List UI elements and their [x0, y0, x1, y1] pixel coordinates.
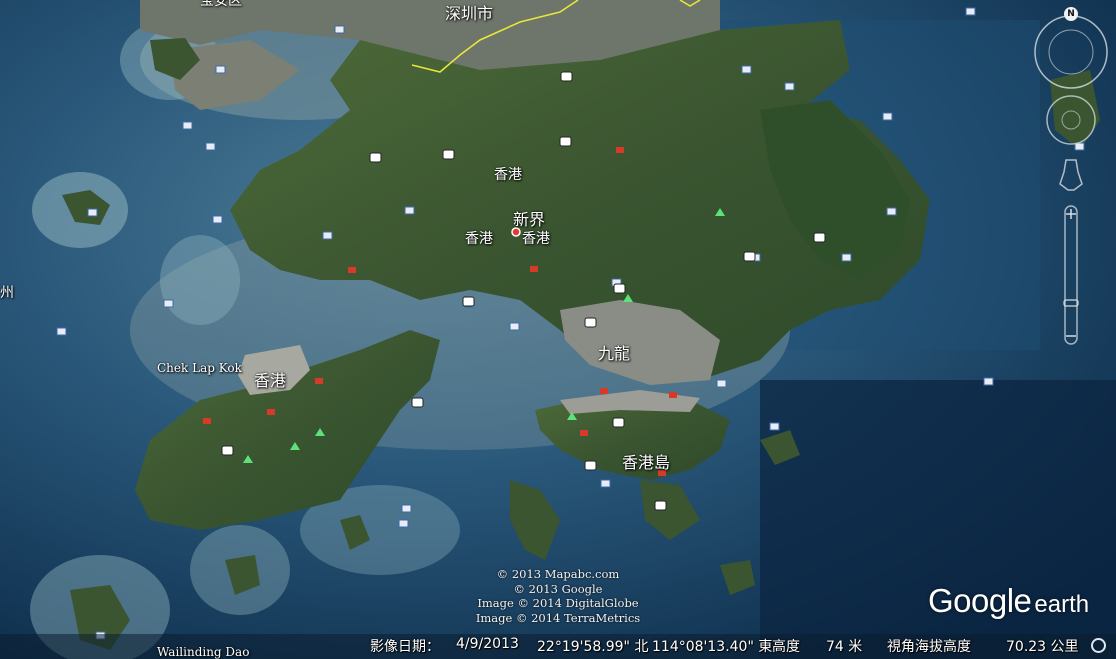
- label-hk-island: 香港島: [622, 453, 671, 472]
- longitude-readout: 114°08'13.40" 東: [652, 639, 773, 655]
- shoal-glow: [160, 235, 240, 325]
- label-hongkong-left: 香港: [465, 231, 493, 247]
- compass-north-icon[interactable]: N: [1064, 7, 1078, 21]
- imagery-credits: © 2013 Mapabc.com © 2013 Google Image © …: [468, 567, 648, 625]
- eye-altitude-label: 視角海拔高度: [887, 639, 971, 655]
- label-kowloon: 九龍: [598, 344, 631, 363]
- imagery-date: 4/9/2013: [456, 636, 519, 652]
- elevation-value: 74 米: [826, 639, 863, 655]
- logo-product: earth: [1034, 591, 1090, 618]
- logo-brand: Google: [928, 582, 1032, 619]
- label-hongkong-right: 香港: [522, 231, 550, 247]
- credit-line: Image © 2014 TerraMetrics: [475, 610, 641, 625]
- elevation-label: 高度: [772, 639, 800, 655]
- status-bar: 影像日期： 4/9/2013 22°19'58.99" 北 114°08'13.…: [0, 634, 1116, 659]
- label-chek-lap-kok: Chek Lap Kok: [157, 361, 242, 375]
- latitude-readout: 22°19'58.99" 北: [537, 639, 649, 655]
- credit-line: © 2013 Mapabc.com: [496, 567, 620, 581]
- streaming-indicator-icon: [1091, 638, 1106, 653]
- label-hongkong-north: 香港: [494, 167, 522, 183]
- label-left-edge: 州: [0, 285, 14, 301]
- imagery-date-label: 影像日期：: [370, 639, 440, 655]
- label-shenzhen: 深圳市: [445, 4, 494, 23]
- eye-altitude-value: 70.23 公里: [1006, 639, 1079, 655]
- credit-line: © 2013 Google: [513, 581, 603, 596]
- label-hongkong-airport: 香港: [254, 371, 287, 390]
- credit-line: Image © 2014 DigitalGlobe: [477, 596, 639, 610]
- satellite-map[interactable]: [0, 0, 1116, 659]
- google-earth-logo: Google earth: [928, 582, 1089, 620]
- label-new-territories: 新界: [513, 210, 546, 229]
- label-partial-top: 宝安区: [200, 0, 242, 9]
